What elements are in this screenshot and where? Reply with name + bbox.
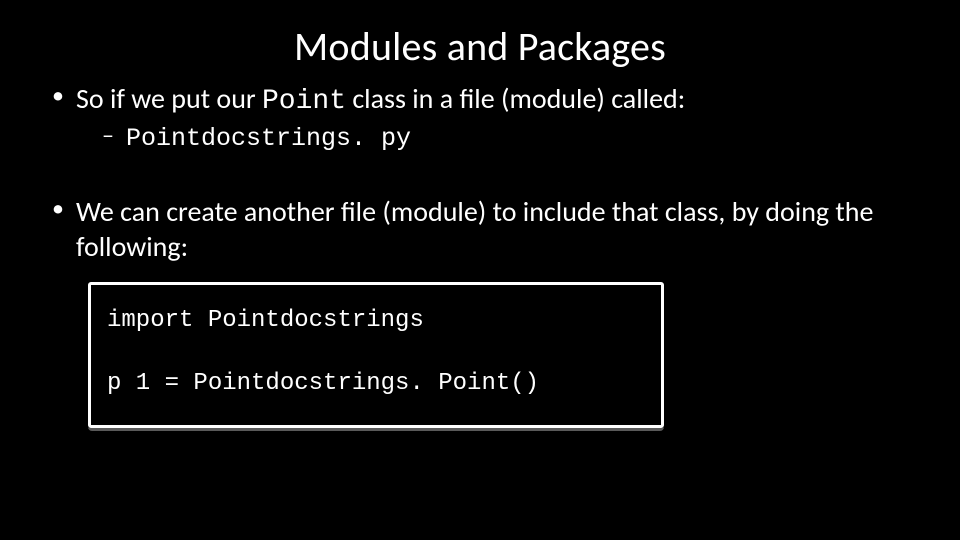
code-box: import Pointdocstrings p 1 = Pointdocstr… [88,282,664,428]
bullet-item-1: So if we put our Point class in a file (… [48,81,920,154]
bullet2-text: We can create another file (module) to i… [76,194,873,264]
bullet-list: So if we put our Point class in a file (… [48,81,920,154]
code-line-2: p 1 = Pointdocstrings. Point() [107,370,539,397]
code-box-wrap: import Pointdocstrings p 1 = Pointdocstr… [88,282,664,428]
sub-bullet-item: Pointdocstrings. py [100,121,920,154]
code-blank [107,338,121,365]
bullet1-text-post: class in a file (module) called: [346,81,685,116]
slide-body: So if we put our Point class in a file (… [0,81,960,428]
spacer [48,158,920,194]
bullet-list-2: We can create another file (module) to i… [48,194,920,264]
slide-title: Modules and Packages [0,0,960,81]
code-line-1: import Pointdocstrings [107,307,424,334]
bullet1-classname: Point [262,86,346,117]
slide: Modules and Packages So if we put our Po… [0,0,960,540]
bullet-item-2: We can create another file (module) to i… [48,194,920,264]
bullet1-text-pre: So if we put our [76,81,262,116]
sub-bullet-text: Pointdocstrings. py [126,124,411,153]
sub-bullet-list: Pointdocstrings. py [76,121,920,154]
